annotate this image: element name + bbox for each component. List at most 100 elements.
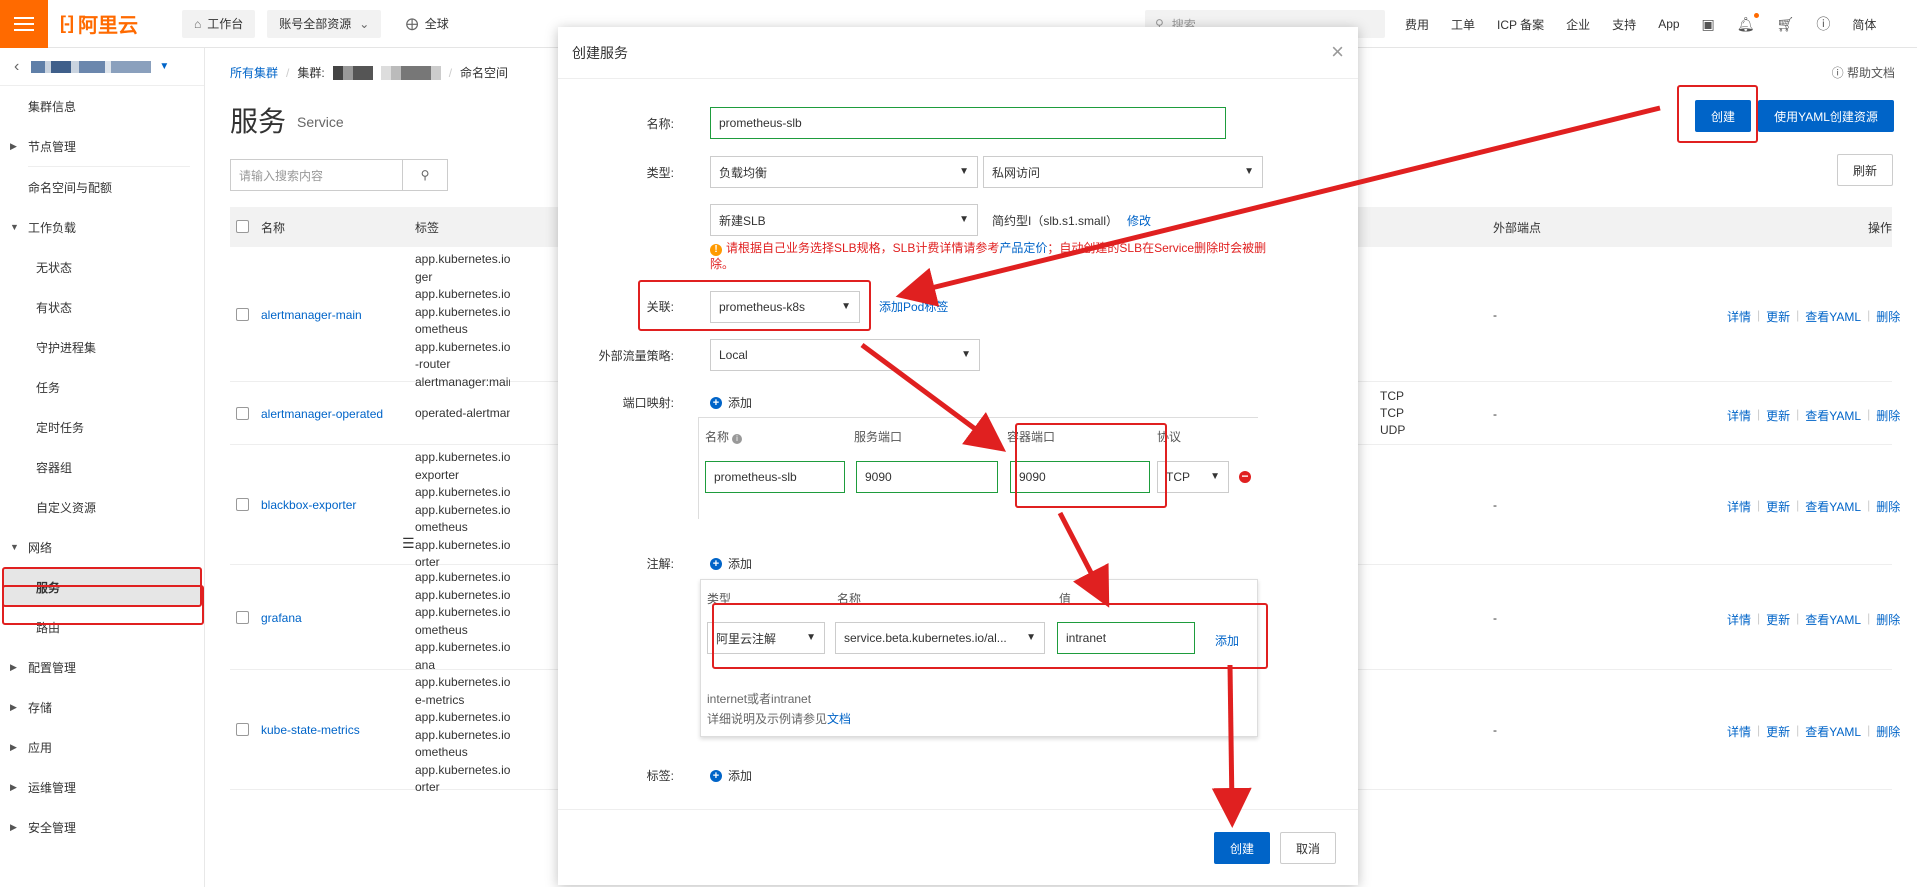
sidebar-item-16[interactable]: ▶ 应用 [0,727,204,767]
detail-link[interactable]: 详情 [1727,498,1751,515]
annotation-doc-link[interactable]: 文档 [827,712,851,726]
search-button[interactable]: ⚲ [402,159,448,191]
detail-link[interactable]: 详情 [1727,407,1751,424]
dialog-create-button[interactable]: 创建 [1214,832,1270,864]
dialog-cancel-button[interactable]: 取消 [1280,832,1336,864]
protocol-select[interactable]: TCP ▼ [1157,461,1229,493]
modify-slb-link[interactable]: 修改 [1127,212,1151,229]
update-link[interactable]: 更新 [1766,611,1790,628]
row-checkbox[interactable] [236,307,249,321]
top-link-enterprise[interactable]: 企业 [1566,16,1590,33]
top-link-fees[interactable]: 费用 [1405,16,1429,33]
update-link[interactable]: 更新 [1766,723,1790,740]
delete-link[interactable]: 删除 [1876,611,1900,628]
sidebar-item-17[interactable]: ▶ 运维管理 [0,767,204,807]
top-link-app[interactable]: App [1658,17,1679,31]
annotation-value-input[interactable]: intranet [1057,622,1195,654]
annotation-type-select[interactable]: 阿里云注解 ▼ [707,622,825,654]
bell-icon[interactable]: 🔔︎ [1737,12,1759,33]
delete-link[interactable]: 删除 [1876,308,1900,325]
detail-link[interactable]: 详情 [1727,308,1751,325]
detail-link[interactable]: 详情 [1727,723,1751,740]
view-yaml-link[interactable]: 查看YAML [1805,407,1861,424]
container-port-input[interactable]: 9090 [1010,461,1150,493]
close-icon[interactable]: × [1331,39,1344,65]
sidebar-item-7[interactable]: 任务 [0,367,204,407]
language-switch[interactable]: 简体 [1852,16,1876,33]
add-annotation-button[interactable]: + 添加 [710,555,752,572]
association-select[interactable]: prometheus-k8s ▼ [710,291,860,323]
annotation-add-link[interactable]: 添加 [1215,632,1239,649]
sidebar-item-14[interactable]: ▶ 配置管理 [0,647,204,687]
account-resources-dropdown[interactable]: 账号全部资源 ⌄ [267,9,382,38]
sidebar-item-3[interactable]: ▼ 工作负载 [0,207,204,247]
help-doc-link[interactable]: ⓘ 帮助文档 [1832,64,1895,81]
sidebar-item-2[interactable]: 命名空间与配额 [0,167,204,207]
refresh-button[interactable]: 刷新 [1837,154,1893,186]
sidebar-item-4[interactable]: 无状态 [0,247,204,287]
sidebar-item-13[interactable]: 路由 [0,607,204,647]
service-name-link[interactable]: alertmanager-main [261,308,362,322]
row-checkbox[interactable] [236,723,249,736]
terminal-icon[interactable]: ▣ [1702,16,1715,33]
region-selector[interactable]: 🜨 全球 [405,7,448,40]
aliyun-logo[interactable]: [-] 阿里云 [60,9,170,38]
create-yaml-button[interactable]: 使用YAML创建资源 [1758,100,1894,132]
service-type-select[interactable]: 负载均衡 ▼ [710,156,978,188]
sidebar-item-6[interactable]: 守护进程集 [0,327,204,367]
sidebar-item-8[interactable]: 定时任务 [0,407,204,447]
workbench-button[interactable]: ⌂ 工作台 [182,9,256,38]
top-link-tickets[interactable]: 工单 [1451,16,1475,33]
service-name-input[interactable]: prometheus-slb [710,107,1226,139]
update-link[interactable]: 更新 [1766,308,1790,325]
port-name-input[interactable]: prometheus-slb [705,461,845,493]
create-service-button[interactable]: 创建 [1695,100,1751,132]
menu-icon[interactable] [0,0,48,48]
row-checkbox[interactable] [236,610,249,624]
view-yaml-link[interactable]: 查看YAML [1805,308,1861,325]
back-arrow-icon[interactable]: ‹ [14,58,19,76]
view-yaml-link[interactable]: 查看YAML [1805,723,1861,740]
slb-select[interactable]: 新建SLB ▼ [710,204,978,236]
sidebar-item-9[interactable]: 容器组 [0,447,204,487]
view-yaml-link[interactable]: 查看YAML [1805,498,1861,515]
breadcrumb-all-clusters[interactable]: 所有集群 [230,64,278,81]
detail-link[interactable]: 详情 [1727,611,1751,628]
view-yaml-link[interactable]: 查看YAML [1805,611,1861,628]
sidebar-item-11[interactable]: ▼ 网络 [0,527,204,567]
update-link[interactable]: 更新 [1766,407,1790,424]
row-checkbox[interactable] [236,498,249,511]
sidebar-collapse-icon[interactable]: ☰ [402,535,415,552]
sidebar-item-18[interactable]: ▶ 安全管理 [0,807,204,847]
sidebar-item-1[interactable]: ▶ 节点管理 [0,126,204,166]
top-link-support[interactable]: 支持 [1612,16,1636,33]
service-name-link[interactable]: kube-state-metrics [261,723,360,737]
update-link[interactable]: 更新 [1766,498,1790,515]
annotation-name-select[interactable]: service.beta.kubernetes.io/al... ▼ [835,622,1045,654]
delete-link[interactable]: 删除 [1876,407,1900,424]
cart-icon[interactable]: 🛒︎ [1777,16,1795,33]
service-name-link[interactable]: grafana [261,611,302,625]
pricing-link[interactable]: 产品定价 [999,241,1047,255]
sidebar-item-12[interactable]: 服务 [2,567,202,607]
help-icon[interactable]: ⓘ [1816,14,1830,34]
sidebar-item-10[interactable]: 自定义资源 [0,487,204,527]
traffic-policy-select[interactable]: Local ▼ [710,339,980,371]
access-type-select[interactable]: 私网访问 ▼ [983,156,1263,188]
service-name-link[interactable]: blackbox-exporter [261,498,356,512]
cluster-selector[interactable]: ‹ ▼ [0,48,204,86]
top-link-icp[interactable]: ICP 备案 [1497,16,1544,33]
add-pod-label-link[interactable]: 添加Pod标签 [879,298,948,315]
add-port-button[interactable]: + 添加 [710,394,752,411]
delete-link[interactable]: 删除 [1876,723,1900,740]
service-port-input[interactable]: 9090 [856,461,998,493]
service-search-input[interactable]: 请输入搜索内容 [230,159,403,191]
add-tag-button[interactable]: + 添加 [710,767,752,784]
service-name-link[interactable]: alertmanager-operated [261,407,383,421]
sidebar-item-0[interactable]: 集群信息 [0,86,204,126]
sidebar-item-15[interactable]: ▶ 存储 [0,687,204,727]
remove-port-icon[interactable]: − [1239,470,1251,483]
sidebar-item-5[interactable]: 有状态 [0,287,204,327]
select-all-checkbox[interactable] [236,220,249,233]
delete-link[interactable]: 删除 [1876,498,1900,515]
